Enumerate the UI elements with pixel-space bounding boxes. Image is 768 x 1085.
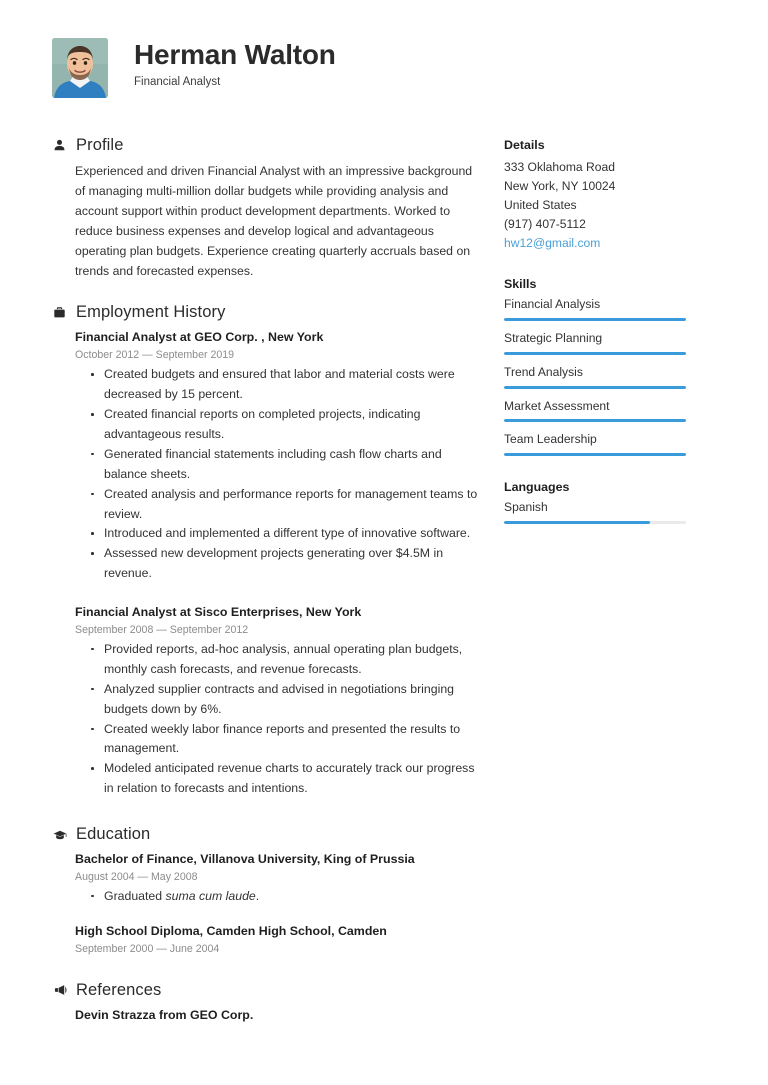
skill-track [504,453,686,457]
bullet-text-prefix: Graduated [104,888,166,903]
reference-entry: Devin Strazza from GEO Corp. [52,1007,482,1024]
skill-label: Market Assessment [504,398,610,413]
bullet-text-suffix: . [255,888,260,903]
detail-email-link[interactable]: hw12@gmail.com [504,234,686,253]
section-title-profile: Profile [76,136,124,154]
education-entry-date: August 2004 — May 2008 [75,870,198,883]
employment-entry-title: Financial Analyst at Sisco Enterprises, … [75,605,362,620]
skill-fill [504,419,686,423]
resume-page: Herman Walton Financial Analyst Profile … [0,0,768,1085]
header-text: Herman Walton Financial Analyst [134,38,336,88]
section-header-profile: Profile [52,136,482,155]
person-icon [52,138,67,153]
skill-fill [504,318,686,322]
section-profile: Profile Experienced and driven Financial… [52,136,482,281]
bullet-item: Introduced and implemented a different t… [75,524,482,544]
bullet-item: Generated financial statements including… [75,445,482,485]
section-title-references: References [76,980,162,999]
detail-phone: (917) 407-5112 [504,217,586,232]
section-title-employment: Employment History [76,303,226,322]
skill-track [504,419,686,423]
skill-label: Team Leadership [504,432,597,447]
skill-row: Market Assessment [504,399,686,423]
language-label: Spanish [504,500,548,515]
bullet-item: Modeled anticipated revenue charts to ac… [75,759,482,799]
section-header-employment: Employment History [52,303,482,322]
employment-entry-bullets: Created budgets and ensured that labor a… [75,365,482,584]
section-header-references: References [52,981,482,1000]
education-entry-date: September 2000 — June 2004 [75,942,220,955]
employment-entry-date: October 2012 — September 2019 [75,349,235,362]
employment-entry: Financial Analyst at Sisco Enterprises, … [52,604,482,799]
education-entry-title: Bachelor of Finance, Villanova Universit… [75,852,415,867]
skill-track [504,318,686,322]
bullet-item: Provided reports, ad-hoc analysis, annua… [75,640,482,680]
resume-header: Herman Walton Financial Analyst [52,30,716,108]
skill-label: Trend Analysis [504,364,583,379]
education-entry-title: High School Diploma, Camden High School,… [75,923,387,938]
bullet-item: Created weekly labor finance reports and… [75,720,482,760]
skill-row: Team Leadership [504,432,686,457]
skill-track [504,385,686,389]
profile-summary: Experienced and driven Financial Analyst… [75,164,473,278]
section-title-education: Education [76,825,151,844]
skill-track [504,351,686,355]
skill-row: Trend Analysis [504,365,686,389]
language-track [504,520,686,524]
sidebar-column: Details 333 Oklahoma Road New York, NY 1… [504,136,686,546]
resume-columns: Profile Experienced and driven Financial… [52,136,716,1045]
bullet-item: Created analysis and performance reports… [75,485,482,525]
bullet-item: Created budgets and ensured that labor a… [75,365,482,405]
profile-photo [52,38,108,98]
skill-label: Strategic Planning [504,331,603,346]
sidebar-details: Details 333 Oklahoma Road New York, NY 1… [504,138,686,253]
skill-fill [504,453,686,457]
sidebar-title-languages: Languages [504,480,570,495]
bullet-item: Analyzed supplier contracts and advised … [75,680,482,720]
skill-fill [504,385,686,389]
language-row: Spanish [504,500,686,524]
skill-row: Strategic Planning [504,331,686,355]
megaphone-icon [52,983,67,998]
sidebar-title-details: Details [504,138,545,152]
detail-address-line1: 333 Oklahoma Road [504,160,615,174]
skill-label: Financial Analysis [504,297,601,312]
section-employment-history: Employment History Financial Analyst at … [52,303,482,799]
candidate-job-title: Financial Analyst [134,75,221,88]
skill-row: Financial Analysis [504,297,686,322]
education-entry-bullets: Graduated suma cum laude. [75,887,482,907]
detail-country: United States [504,198,577,213]
bullet-text-italic: suma cum laude [165,888,256,903]
graduation-cap-icon [52,827,67,842]
sidebar-title-skills: Skills [504,277,537,292]
sidebar-languages: Languages Spanish [504,480,686,524]
employment-entry-title: Financial Analyst at GEO Corp. , New Yor… [75,330,324,345]
employment-entry-bullets: Provided reports, ad-hoc analysis, annua… [75,640,482,799]
bullet-item: Graduated suma cum laude. [75,887,482,907]
education-entry: High School Diploma, Camden High School,… [52,923,482,955]
employment-entry: Financial Analyst at GEO Corp. , New Yor… [52,329,482,584]
education-entry: Bachelor of Finance, Villanova Universit… [52,851,482,907]
detail-address-line2: New York, NY 10024 [504,179,616,194]
section-header-education: Education [52,825,482,844]
section-education: Education Bachelor of Finance, Villanova… [52,825,482,955]
bullet-item: Assessed new development projects genera… [75,544,482,584]
main-column: Profile Experienced and driven Financial… [52,136,504,1045]
skill-fill [504,351,686,355]
sidebar-skills: Skills Financial Analysis Strategic Plan… [504,277,686,457]
briefcase-icon [52,305,67,320]
language-fill [504,520,650,524]
bullet-item: Created financial reports on completed p… [75,405,482,445]
candidate-name: Herman Walton [134,39,336,70]
reference-entry-title: Devin Strazza from GEO Corp. [75,1007,254,1022]
employment-entry-date: September 2008 — September 2012 [75,623,249,636]
section-references: References Devin Strazza from GEO Corp. [52,981,482,1024]
